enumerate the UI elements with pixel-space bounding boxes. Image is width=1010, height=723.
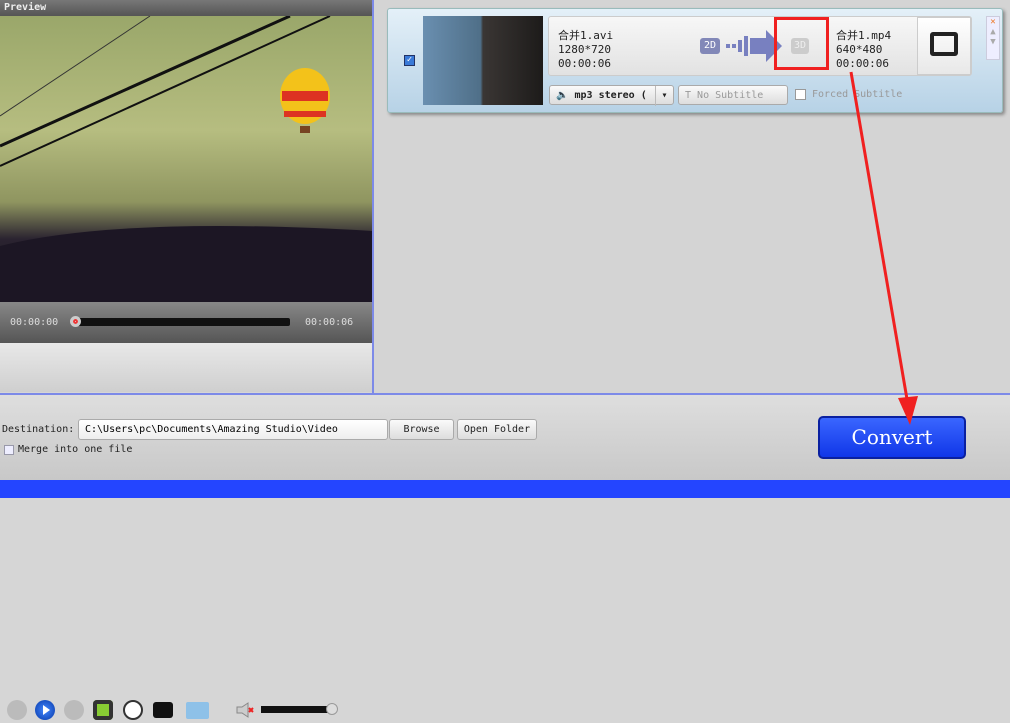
forced-subtitle-checkbox[interactable] — [795, 89, 806, 100]
fast-forward-icon[interactable] — [64, 700, 84, 720]
merge-checkbox[interactable] — [4, 445, 14, 455]
tablet-icon — [930, 32, 958, 56]
audio-value: mp3 stereo ( — [574, 90, 647, 101]
preview-title: Preview — [0, 0, 372, 16]
subtitle-select[interactable]: T No Subtitle — [678, 85, 788, 105]
status-bar — [0, 480, 1010, 498]
source-duration: 00:00:06 — [558, 57, 611, 70]
seek-handle[interactable] — [70, 316, 81, 327]
volume-slider[interactable] — [261, 706, 331, 713]
rewind-icon[interactable] — [7, 700, 27, 720]
stop-icon[interactable] — [93, 700, 113, 720]
forced-subtitle-label: Forced Subtitle — [812, 89, 903, 100]
folder-icon[interactable] — [186, 702, 209, 719]
timeline: 00:00:00 00:00:06 — [0, 302, 372, 343]
convert-button[interactable]: Convert — [818, 416, 966, 459]
move-down-icon[interactable]: ▼ — [987, 37, 999, 47]
open-folder-button[interactable]: Open Folder — [457, 419, 537, 440]
mute-icon[interactable] — [236, 702, 254, 718]
source-resolution: 1280*720 — [558, 43, 611, 56]
audio-select[interactable]: 🔈 mp3 stereo (▾ — [549, 85, 674, 106]
total-time: 00:00:06 — [305, 317, 354, 328]
highlight-box — [774, 17, 829, 70]
file-checkbox[interactable]: ✓ — [404, 55, 415, 66]
output-resolution: 640*480 — [836, 43, 883, 56]
seek-bar[interactable] — [72, 318, 290, 326]
remove-icon[interactable]: ✕ — [987, 17, 999, 27]
video-frame — [0, 16, 372, 302]
player-controls — [0, 343, 372, 720]
subtitle-value: No Subtitle — [697, 90, 764, 101]
file-thumbnail — [423, 16, 543, 105]
source-name: 合并1.avi — [558, 29, 614, 42]
item-actions: ✕ ▲ ▼ — [986, 16, 1000, 60]
output-name: 合并1.mp4 — [836, 29, 892, 42]
destination-label: Destination: — [2, 424, 75, 435]
output-duration: 00:00:06 — [836, 57, 889, 70]
current-time: 00:00:00 — [10, 317, 59, 328]
next-frame-icon[interactable] — [123, 700, 143, 720]
output-profile-button[interactable] — [917, 17, 971, 75]
browse-button[interactable]: Browse — [389, 419, 454, 440]
merge-label: Merge into one file — [18, 444, 133, 455]
volume-handle[interactable] — [326, 703, 338, 715]
badge-2d: 2D — [700, 38, 720, 54]
balloon-icon — [280, 68, 330, 133]
move-up-icon[interactable]: ▲ — [987, 27, 999, 37]
snapshot-icon[interactable] — [153, 702, 173, 718]
video-preview — [0, 16, 372, 302]
destination-input[interactable] — [78, 419, 388, 440]
play-icon[interactable] — [35, 700, 55, 720]
